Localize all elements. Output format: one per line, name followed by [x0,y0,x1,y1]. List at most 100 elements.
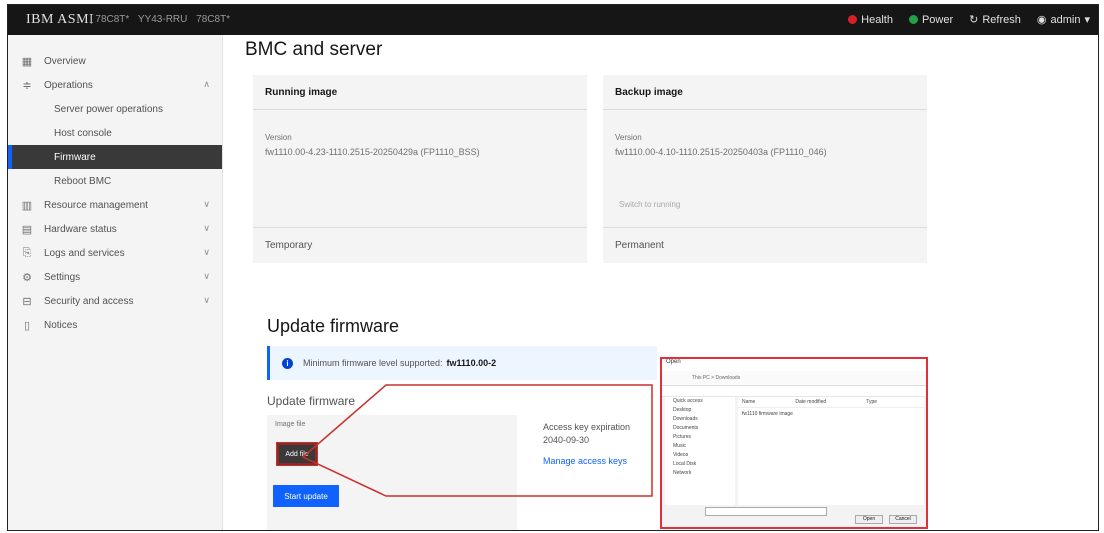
crumb-2: YY43-RRU [137,14,188,25]
switch-to-running-button[interactable]: Switch to running [619,200,680,209]
access-key-label: Access key expiration [543,422,631,432]
sidebar-item-label: Operations [44,79,93,91]
sidebar-item-label: Security and access [44,295,134,307]
sidebar-item-label: Overview [44,55,86,67]
backup-image-footer: Permanent [603,227,927,263]
chevron-down-icon: ∨ [203,223,210,233]
page-title: BMC and server [245,39,383,60]
chart-icon: ▥ [21,199,33,212]
top-header: IBM ASMI | 78C8T* YY43-RRU 78C8T* Health… [8,5,1098,35]
user-label: admin [1050,13,1081,26]
column-name[interactable]: Name [742,399,755,405]
grid-icon: ▦ [21,55,33,68]
file-upload-panel: Image file Add file Start update [267,415,517,530]
sidebar-item-label: Logs and services [44,247,125,259]
refresh-button[interactable]: ↻ Refresh [969,13,1021,27]
dialog-cancel-button[interactable]: Cancel [889,515,917,524]
sidebar-item-label: Reboot BMC [54,175,112,187]
header-actions: Health Power ↻ Refresh ◉ admin ▾ [848,13,1090,26]
sidebar-item-label: Hardware status [44,223,117,235]
dialog-address-bar[interactable]: This PC > Downloads [662,371,926,386]
sidebar-item-hardware-status[interactable]: ▤ Hardware status ∨ [8,217,222,241]
sidebar-item-resource-management[interactable]: ▥ Resource management ∨ [8,193,222,217]
dialog-nav-item[interactable]: Network [665,469,735,478]
chevron-down-icon: ∨ [203,271,210,281]
dialog-nav-item[interactable]: Downloads [665,415,735,424]
power-label: Power [921,13,954,26]
sidebar-item-operations[interactable]: ≑ Operations ∧ [8,73,222,97]
backup-version-label: Version [615,133,642,142]
dialog-file-item[interactable]: fw1110 firmware image [738,408,924,420]
sidebar-item-label: Resource management [44,199,148,211]
health-button[interactable]: Health [848,13,893,26]
sidebar-item-settings[interactable]: ⚙ Settings ∨ [8,265,222,289]
image-file-label: Image file [275,421,306,428]
info-notification: i Minimum firmware level supported: fw11… [267,346,657,380]
sidebar-item-label: Settings [44,271,81,283]
brand-logo[interactable]: IBM ASMI [26,12,94,28]
sidebar-item-label: Server power operations [54,103,163,115]
sidebar-item-firmware[interactable]: Firmware [8,145,222,169]
power-status-icon [908,15,918,24]
system-breadcrumb: | 78C8T* YY43-RRU 78C8T* [90,14,236,25]
dialog-nav-item[interactable]: Documents [665,424,735,433]
dialog-file-list-header: Name Date modified Type [738,397,924,408]
dialog-filename-input[interactable] [705,507,827,516]
chevron-down-icon: ∨ [203,199,210,209]
sliders-icon: ≑ [22,79,32,92]
running-image-card: Running image Version fw1110.00-4.23-111… [253,75,587,263]
dialog-nav-item[interactable]: Quick access [665,397,735,406]
sidebar-item-security-and-access[interactable]: ⊟ Security and access ∨ [8,289,222,313]
dialog-nav-item[interactable]: Music [665,442,735,451]
user-menu[interactable]: ◉ admin ▾ [1037,13,1090,27]
sidebar-item-label: Notices [44,319,78,331]
manage-access-keys-link[interactable]: Manage access keys [543,455,630,468]
running-image-header: Running image [253,75,587,110]
chevron-down-icon: ∨ [203,247,210,257]
backup-image-card: Backup image Version fw1110.00-4.10-1110… [603,75,927,263]
dialog-nav-item[interactable]: Local Disk [665,460,735,469]
start-update-button[interactable]: Start update [273,485,339,507]
sidebar-nav: ▦ Overview ≑ Operations ∧ Server power o… [8,35,223,530]
lock-icon: ⊟ [22,295,32,308]
access-key-info: Access key expiration 2040-09-30 Manage … [543,421,630,468]
chevron-down-icon: ▾ [1084,14,1090,26]
sidebar-item-logs-and-services[interactable]: ⎘ Logs and services ∨ [8,241,222,265]
sidebar-item-overview[interactable]: ▦ Overview [8,49,222,73]
dialog-open-button[interactable]: Open [855,515,883,524]
sidebar-item-notices[interactable]: ▯ Notices [8,313,222,337]
notification-text: Minimum firmware level supported: [303,358,443,368]
access-key-value: 2040-09-30 [543,435,590,445]
column-type[interactable]: Type [866,399,877,405]
dialog-title: Open [662,359,926,371]
running-version-label: Version [265,133,292,142]
dialog-toolbar [662,386,926,397]
backup-version-value: fw1110.00-4.10-1110.2515-20250403a (FP11… [615,147,827,157]
sidebar-item-label: Firmware [54,151,96,163]
health-status-icon [848,15,858,24]
crumb-1: | 78C8T* [90,14,130,25]
power-button[interactable]: Power [908,13,954,26]
sidebar-item-server-power-operations[interactable]: Server power operations [8,97,222,121]
info-icon: i [282,357,293,369]
file-open-dialog: Open This PC > Downloads Quick access De… [660,357,928,529]
gear-icon: ⚙ [22,271,32,284]
app-window: IBM ASMI | 78C8T* YY43-RRU 78C8T* Health… [7,4,1099,531]
add-file-button[interactable]: Add file [277,443,317,465]
sidebar-item-host-console[interactable]: Host console [8,121,222,145]
column-date[interactable]: Date modified [795,399,826,405]
dialog-nav-item[interactable]: Videos [665,451,735,460]
backup-image-header: Backup image [603,75,927,110]
health-label: Health [861,13,893,26]
chevron-down-icon: ∨ [203,295,210,305]
hardware-icon: ▤ [21,223,33,236]
update-firmware-label: Update firmware [267,394,356,408]
dialog-file-list: Name Date modified Type fw1110 firmware … [738,397,924,505]
dialog-nav-item[interactable]: Pictures [665,433,735,442]
dialog-nav-item[interactable]: Desktop [665,406,735,415]
dialog-nav-pane: Quick access Desktop Downloads Documents… [665,397,735,505]
logs-icon: ⎘ [22,246,32,259]
running-version-value: fw1110.00-4.23-1110.2515-20250429a (FP11… [265,147,480,157]
sidebar-item-reboot-bmc[interactable]: Reboot BMC [8,169,222,193]
crumb-3: 78C8T* [196,14,231,25]
